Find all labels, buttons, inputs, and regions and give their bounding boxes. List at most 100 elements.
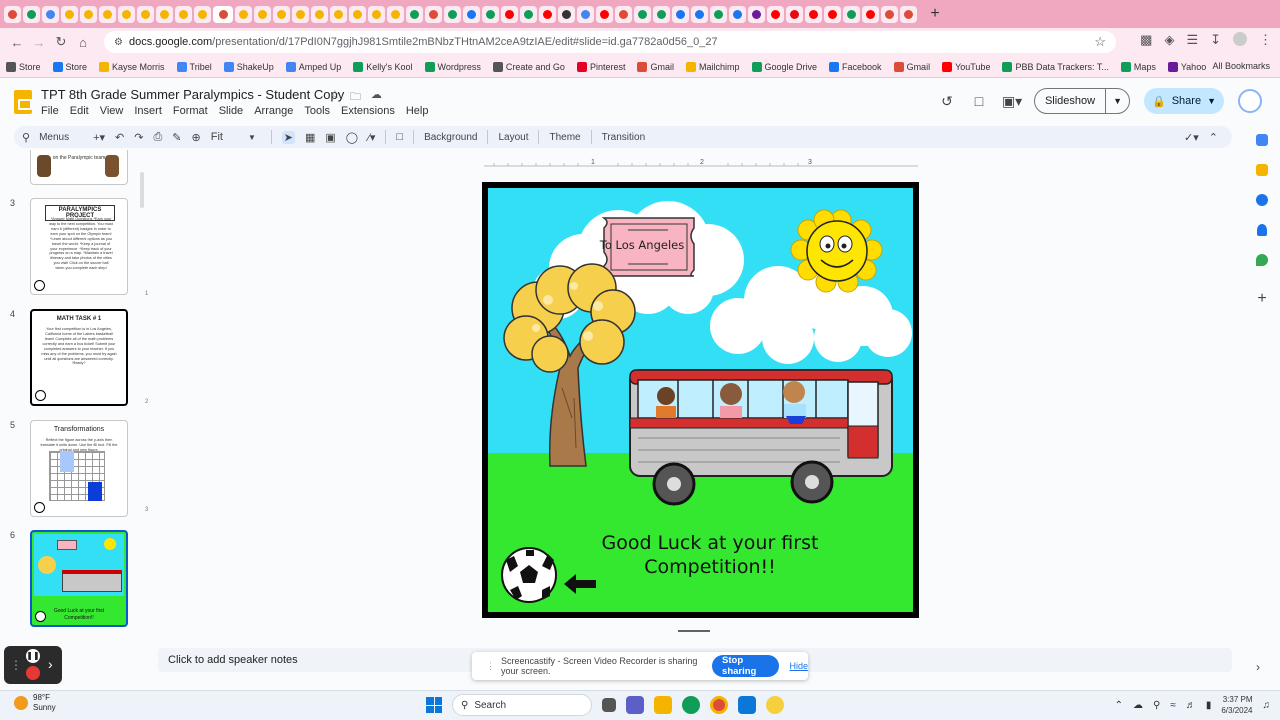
slide-thumbnail-selected[interactable]: Good Luck at your first Competition!! <box>30 530 128 627</box>
browser-tab[interactable] <box>387 5 404 23</box>
search-menus[interactable]: ⚲ Menus <box>22 131 69 144</box>
browser-tab[interactable] <box>311 5 328 23</box>
browser-tab[interactable] <box>80 5 97 23</box>
slideshow-label[interactable]: Slideshow <box>1035 89 1107 113</box>
add-addon-icon[interactable]: + <box>1257 290 1266 308</box>
bookmark-item[interactable]: Create and Go <box>492 61 565 72</box>
shape-icon[interactable]: ◯ <box>346 131 358 144</box>
bookmark-item[interactable]: ShakeUp <box>223 61 274 72</box>
profile-icon[interactable] <box>1233 32 1247 46</box>
browser-tab[interactable] <box>425 5 442 23</box>
browser-tab[interactable] <box>23 5 40 23</box>
store-icon[interactable] <box>738 696 756 714</box>
browser-tab[interactable] <box>710 5 727 23</box>
edge-icon[interactable] <box>682 696 700 714</box>
wifi-icon[interactable]: ≈ <box>1170 700 1176 711</box>
undo-icon[interactable]: ↶ <box>115 131 124 144</box>
browser-tab[interactable] <box>577 5 594 23</box>
browser-tab[interactable] <box>653 5 670 23</box>
menu-edit[interactable]: Edit <box>70 105 89 117</box>
menu-file[interactable]: File <box>41 105 59 117</box>
document-title[interactable]: TPT 8th Grade Summer Paralympics - Stude… <box>41 87 344 102</box>
notes-resize-handle[interactable] <box>678 630 710 632</box>
browser-tab[interactable] <box>194 5 211 23</box>
google-slides-logo-icon[interactable] <box>14 90 32 114</box>
extension-icon[interactable]: ▩ <box>1140 32 1152 48</box>
browser-tab-active[interactable] <box>213 5 233 23</box>
slide-thumbnail-row[interactable]: 5 Transformations Reflect the figure acr… <box>10 420 128 517</box>
bookmark-item[interactable]: Kelly's Kool <box>353 61 413 72</box>
browser-tab[interactable] <box>273 5 290 23</box>
menu-extensions[interactable]: Extensions <box>341 105 395 117</box>
browser-tab[interactable] <box>61 5 78 23</box>
expand-chevron-icon[interactable]: › <box>48 656 53 672</box>
keep-icon[interactable] <box>1256 164 1268 176</box>
hide-link[interactable]: Hide <box>789 661 808 671</box>
bookmark-item[interactable]: Tribel <box>176 61 212 72</box>
browser-tab[interactable] <box>175 5 192 23</box>
bookmark-item[interactable]: Yahoo <box>1167 61 1206 72</box>
bookmark-item[interactable]: YouTube <box>942 61 990 72</box>
zoom-icon[interactable]: ⊕ <box>192 131 201 144</box>
browser-tab[interactable] <box>767 5 784 23</box>
download-icon[interactable]: ↧ <box>1210 32 1221 48</box>
bookmark-item[interactable]: Wordpress <box>424 61 481 72</box>
weather-widget[interactable]: 98°F Sunny <box>14 693 56 713</box>
zoom-select[interactable]: Fit ▼ <box>211 131 261 143</box>
stop-sharing-button[interactable]: Stop sharing <box>712 655 780 677</box>
menu-tools[interactable]: Tools <box>304 105 330 117</box>
back-icon[interactable]: ← <box>6 35 28 50</box>
browser-tab[interactable] <box>824 5 841 23</box>
browser-tab[interactable] <box>634 5 651 23</box>
browser-tab[interactable] <box>900 5 917 23</box>
browser-tab[interactable] <box>729 5 746 23</box>
bookmark-item[interactable]: Mailchimp <box>685 61 740 72</box>
layout-button[interactable]: Layout <box>498 132 528 143</box>
comment-add-icon[interactable]: □ <box>396 131 403 143</box>
bookmark-item[interactable]: Pinterest <box>576 61 625 72</box>
browser-tab[interactable] <box>691 5 708 23</box>
transition-button[interactable]: Transition <box>602 132 646 143</box>
notification-bell-icon[interactable]: ♫ <box>1263 700 1271 711</box>
clock[interactable]: 3:37 PM 6/3/2024 <box>1221 694 1252 716</box>
image-icon[interactable]: ▣ <box>325 131 335 144</box>
drag-handle-icon[interactable]: ⋮ <box>486 661 495 672</box>
browser-tab[interactable] <box>843 5 860 23</box>
browser-tab[interactable] <box>118 5 135 23</box>
windows-start-icon[interactable] <box>426 697 442 713</box>
chrome-icon[interactable] <box>710 696 728 714</box>
comments-icon[interactable]: □ <box>970 93 988 109</box>
redo-icon[interactable]: ↷ <box>134 131 143 144</box>
browser-tab[interactable] <box>786 5 803 23</box>
browser-tab[interactable] <box>558 5 575 23</box>
browser-tab[interactable] <box>368 5 385 23</box>
browser-tab[interactable] <box>406 5 423 23</box>
current-slide[interactable]: To Los Angeles Good Luck at your first C… <box>482 182 919 618</box>
menu-help[interactable]: Help <box>406 105 429 117</box>
home-icon[interactable]: ⌂ <box>72 35 94 50</box>
browser-tab[interactable] <box>881 5 898 23</box>
meet-camera-icon[interactable]: ▣▾ <box>1002 93 1022 110</box>
browser-tab[interactable] <box>482 5 499 23</box>
text-box-icon[interactable]: ▦ <box>305 131 315 144</box>
print-icon[interactable]: ⎙ <box>153 131 162 144</box>
bookmark-item[interactable]: Amped Up <box>285 61 341 72</box>
reload-icon[interactable]: ↻ <box>50 34 72 50</box>
browser-tab[interactable] <box>444 5 461 23</box>
menu-insert[interactable]: Insert <box>134 105 162 117</box>
share-button[interactable]: 🔒 Share ▼ <box>1144 88 1224 114</box>
bookmark-item[interactable]: PBB Data Trackers: T... <box>1002 61 1109 72</box>
new-slide-icon[interactable]: +▾ <box>93 131 105 144</box>
onedrive-icon[interactable]: ☁ <box>1133 700 1143 711</box>
browser-menu-icon[interactable]: ⋮ <box>1259 32 1272 48</box>
browser-tab[interactable] <box>748 5 765 23</box>
slide-thumbnail-row[interactable]: 6 Good Luck at your first Competition!! <box>10 530 128 627</box>
slide-thumbnail[interactable]: Transformations Reflect the figure acros… <box>30 420 128 517</box>
volume-icon[interactable]: ♬ <box>1186 700 1196 711</box>
account-avatar[interactable] <box>1238 89 1262 113</box>
forward-icon[interactable]: → <box>28 35 50 50</box>
browser-tab[interactable] <box>42 5 59 23</box>
puzzle-icon[interactable]: ◈ <box>1164 32 1174 48</box>
browser-tab[interactable] <box>137 5 154 23</box>
contacts-icon[interactable] <box>1257 224 1267 236</box>
